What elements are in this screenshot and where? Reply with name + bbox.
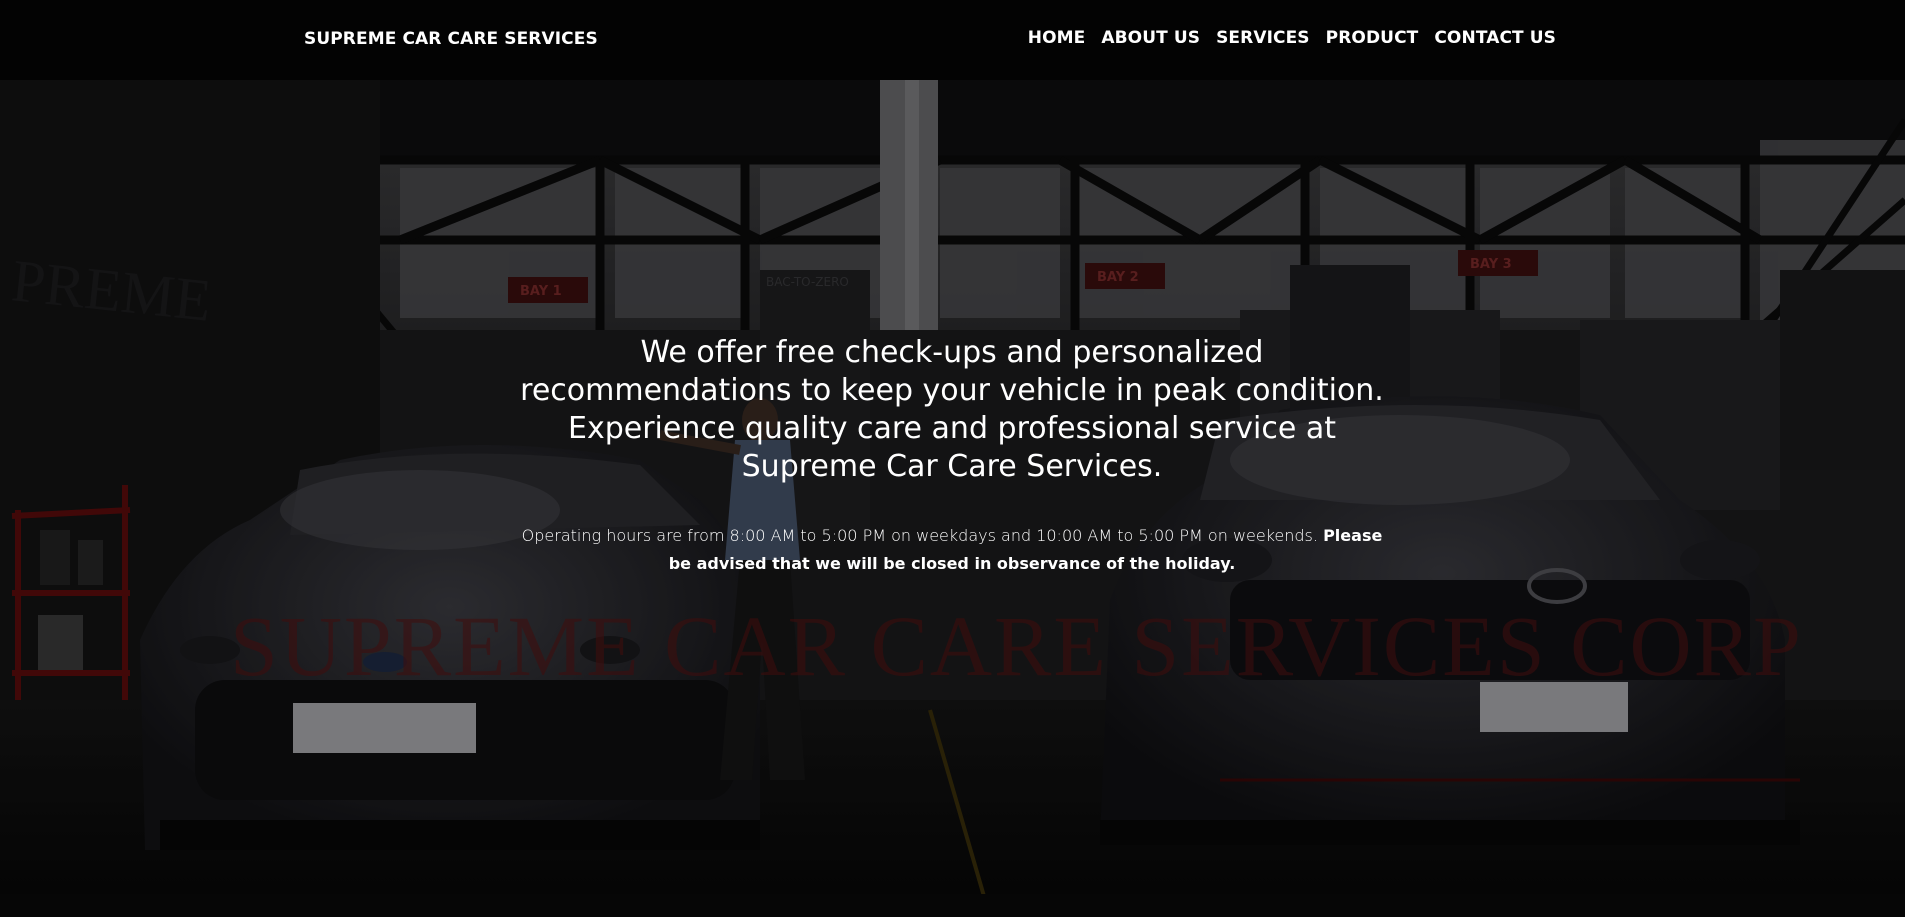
hero-headline: We offer free check-ups and personalized…: [520, 335, 1384, 484]
nav-item-contact: CONTACT US: [1434, 28, 1556, 48]
nav-item-home: HOME: [1028, 28, 1086, 48]
nav-link-product[interactable]: PRODUCT: [1326, 28, 1419, 48]
nav-item-services: SERVICES: [1216, 28, 1310, 48]
nav-item-about: ABOUT US: [1101, 28, 1200, 48]
page: SUPREME CAR CARE SERVICES HOME ABOUT US …: [0, 0, 1905, 917]
bottom-band: [0, 894, 1905, 917]
nav-link-home[interactable]: HOME: [1028, 28, 1086, 48]
hero-section: PREME BAY 1 BAY 2 BAY 3 BAC-TO-ZERO SUPR…: [0, 80, 1905, 917]
brand-logo-link[interactable]: SUPREME CAR CARE SERVICES: [304, 29, 598, 49]
top-navbar: SUPREME CAR CARE SERVICES HOME ABOUT US …: [0, 0, 1905, 80]
hours-text: Operating hours are from 8:00 AM to 5:00…: [521, 526, 1318, 545]
nav-link-services[interactable]: SERVICES: [1216, 28, 1310, 48]
hero-content: We offer free check-ups and personalized…: [502, 334, 1402, 578]
operating-hours-text: Operating hours are from 8:00 AM to 5:00…: [517, 522, 1387, 578]
nav-item-product: PRODUCT: [1326, 28, 1419, 48]
main-nav: HOME ABOUT US SERVICES PRODUCT CONTACT U…: [1028, 28, 1556, 48]
nav-link-contact-us[interactable]: CONTACT US: [1434, 28, 1556, 48]
nav-link-about-us[interactable]: ABOUT US: [1101, 28, 1200, 48]
